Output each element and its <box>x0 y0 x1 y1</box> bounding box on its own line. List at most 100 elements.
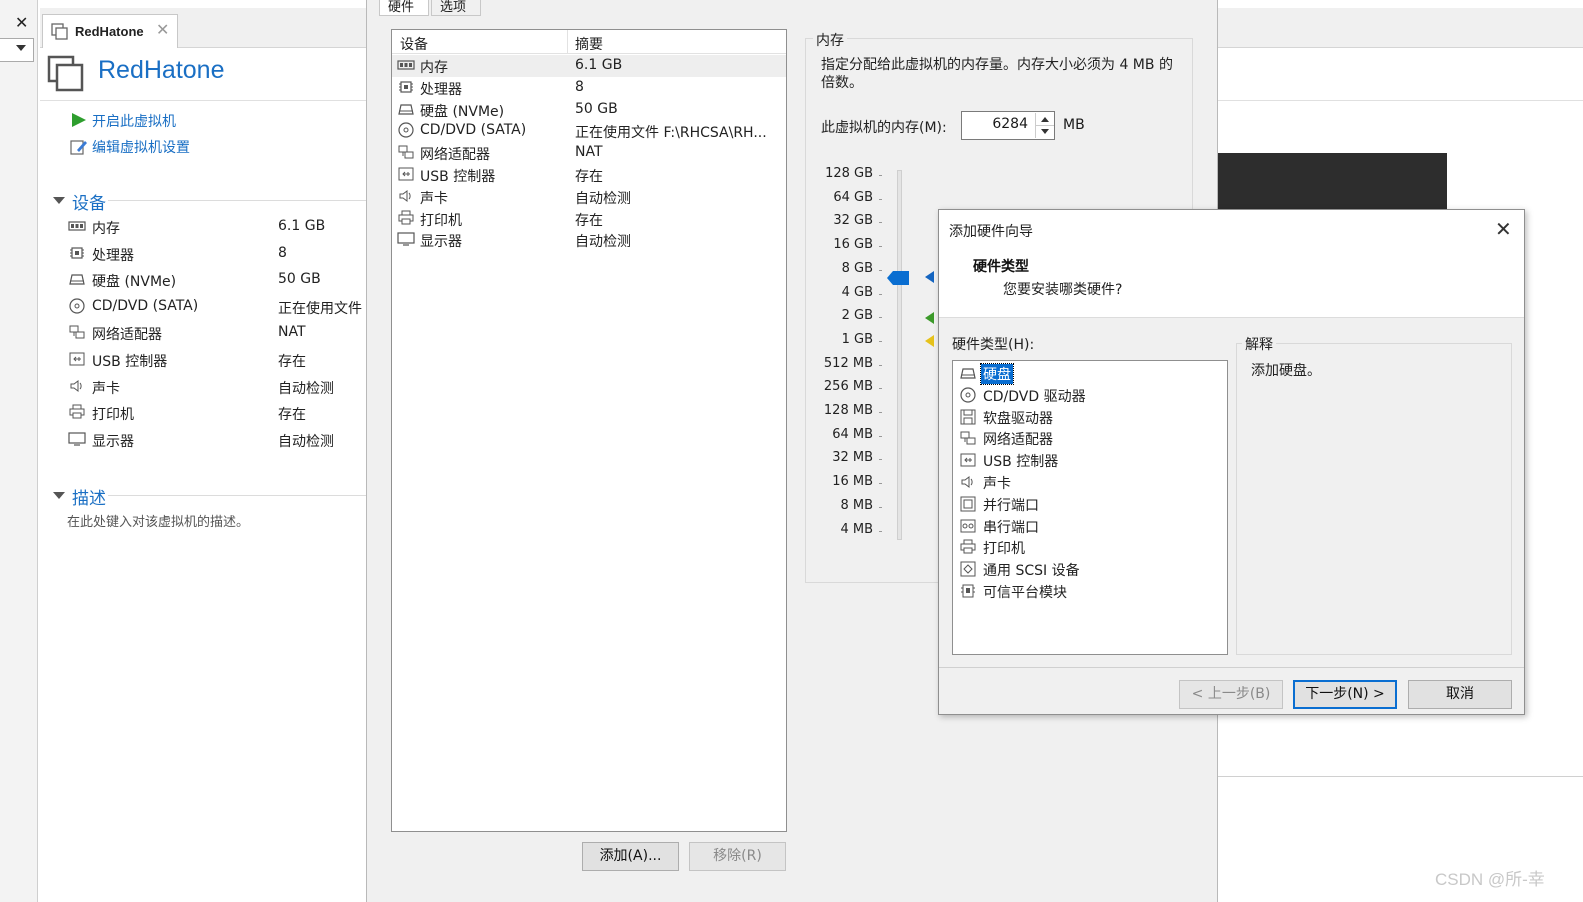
summary-device-row[interactable]: 网络适配器 NAT <box>68 322 368 346</box>
processor-icon <box>399 81 413 93</box>
device-summary: 6.1 GB <box>575 57 623 73</box>
device-row[interactable]: 声卡 自动检测 <box>392 186 786 208</box>
summary-device-row[interactable]: USB 控制器 存在 <box>68 349 368 373</box>
device-value: 自动检测 <box>278 433 334 450</box>
hardware-type-item[interactable]: 串行端口 <box>957 516 1223 538</box>
device-name: CD/DVD (SATA) <box>420 122 527 139</box>
network-adapter-icon <box>960 431 976 445</box>
device-name: 内存 <box>92 221 120 237</box>
device-summary: 自动检测 <box>575 234 631 251</box>
vm-screen-thumbnail[interactable] <box>1216 153 1447 211</box>
column-header-device[interactable]: 设备 <box>400 34 428 54</box>
explanation-group <box>1236 343 1512 655</box>
device-row[interactable]: 处理器 8 <box>392 77 786 99</box>
hardware-type-item[interactable]: 可信平台模块 <box>957 581 1223 603</box>
devices-heading: 设备 <box>72 194 106 214</box>
hardware-type-item[interactable]: 网络适配器 <box>957 428 1223 450</box>
summary-device-row[interactable]: CD/DVD (SATA) 正在使用文件 <box>68 296 368 320</box>
scale-tick <box>879 246 882 248</box>
device-value: 6.1 GB <box>278 218 326 234</box>
scale-label: 4 GB <box>841 284 873 300</box>
hardware-type-item[interactable]: CD/DVD 驱动器 <box>957 385 1223 407</box>
tab-hardware[interactable]: 硬件 <box>379 0 429 16</box>
hardware-type-item[interactable]: 声卡 <box>957 472 1223 494</box>
wizard-subheading: 您要安装哪类硬件? <box>1003 282 1123 298</box>
display-icon <box>68 432 86 446</box>
hardware-type-item[interactable]: USB 控制器 <box>957 450 1223 472</box>
summary-device-row[interactable]: 打印机 存在 <box>68 402 368 426</box>
column-header-summary[interactable]: 摘要 <box>575 34 603 54</box>
device-summary: NAT <box>575 144 603 161</box>
device-name: 声卡 <box>92 380 120 397</box>
memory-icon <box>397 60 415 70</box>
device-row[interactable]: 硬盘 (NVMe) 50 GB <box>392 99 786 121</box>
summary-device-row[interactable]: 显示器 自动检测 <box>68 429 368 453</box>
device-summary: 正在使用文件 F:\RHCSA\RH... <box>575 125 767 142</box>
device-row[interactable]: 网络适配器 NAT <box>392 142 786 164</box>
device-value: 存在 <box>278 354 306 370</box>
device-row[interactable]: USB 控制器 存在 <box>392 164 786 186</box>
explanation-text: 添加硬盘。 <box>1251 363 1321 379</box>
display-icon <box>397 232 415 246</box>
usb-icon <box>960 453 976 467</box>
summary-device-row[interactable]: 声卡 自动检测 <box>68 376 368 400</box>
cancel-button[interactable]: 取消 <box>1408 680 1512 709</box>
device-name: CD/DVD (SATA) <box>92 297 199 314</box>
back-button[interactable]: < 上一步(B) <box>1179 680 1283 709</box>
memory-value[interactable]: 6284 <box>992 116 1028 132</box>
scale-label: 32 MB <box>832 450 873 466</box>
library-dropdown[interactable] <box>0 38 34 62</box>
device-value: 8 <box>278 244 287 261</box>
tab-options[interactable]: 选项 <box>431 0 481 16</box>
list-header: 设备 摘要 <box>392 30 786 54</box>
divider <box>40 100 370 101</box>
hardware-type-item[interactable]: 软盘驱动器 <box>957 407 1223 429</box>
tpm-icon <box>961 584 975 598</box>
add-hardware-button[interactable]: 添加(A)... <box>582 842 679 871</box>
tab-close-icon[interactable]: ✕ <box>156 20 169 39</box>
cd-dvd-icon <box>69 298 85 314</box>
harddisk-icon <box>960 368 976 379</box>
device-summary: 自动检测 <box>575 190 631 207</box>
collapse-devices-icon[interactable] <box>53 197 65 204</box>
next-button[interactable]: 下一步(N) > <box>1293 680 1397 709</box>
device-row[interactable]: 打印机 存在 <box>392 208 786 230</box>
hardware-type-item[interactable]: 并行端口 <box>957 494 1223 516</box>
collapse-description-icon[interactable] <box>53 492 65 499</box>
memory-slider-track[interactable] <box>897 170 902 540</box>
parallel-port-icon <box>960 496 976 512</box>
device-row[interactable]: CD/DVD (SATA) 正在使用文件 F:\RHCSA\RH... <box>392 120 786 142</box>
device-row[interactable]: 显示器 自动检测 <box>392 229 786 251</box>
hardware-type-item[interactable]: 硬盘 <box>957 363 1223 385</box>
hardware-type-label: 硬盘 <box>980 363 1014 385</box>
hardware-type-item[interactable]: 通用 SCSI 设备 <box>957 559 1223 581</box>
spin-up-down-icon <box>1036 117 1054 134</box>
memory-icon <box>68 221 86 231</box>
edit-settings-link[interactable]: 编辑虚拟机设置 <box>70 136 270 158</box>
remove-hardware-button[interactable]: 移除(R) <box>689 842 786 871</box>
power-on-link[interactable]: 开启此虚拟机 <box>70 110 270 132</box>
close-icon[interactable]: ✕ <box>15 13 28 32</box>
memory-spinbox[interactable]: 6284 <box>961 111 1055 140</box>
tab-vm-redhatone[interactable]: RedHatone ✕ <box>42 14 178 48</box>
memory-slider-thumb[interactable] <box>887 269 911 287</box>
hardware-device-list[interactable]: 设备 摘要 内存 6.1 GB 处理器 8 硬盘 (NVMe) 50 GB CD/DVD (… <box>391 29 787 832</box>
hardware-type-label: 通用 SCSI 设备 <box>983 563 1080 580</box>
scale-tick <box>879 530 882 532</box>
hardware-type-label: 声卡 <box>983 476 1011 492</box>
hardware-type-label: CD/DVD 驱动器 <box>983 388 1086 405</box>
harddisk-icon <box>69 274 85 285</box>
divider <box>108 495 370 496</box>
minimum-memory-marker <box>925 335 934 347</box>
hardware-type-list[interactable]: 硬盘 CD/DVD 驱动器软盘驱动器 网络适配器 USB 控制器声卡并行端口 串行端口打… <box>952 360 1228 655</box>
description-input[interactable]: 在此处键入对该虚拟机的描述。 <box>67 511 249 530</box>
close-icon[interactable]: ✕ <box>1495 217 1512 241</box>
column-separator[interactable] <box>567 30 568 54</box>
summary-device-row[interactable]: 硬盘 (NVMe) 50 GB <box>68 269 368 293</box>
summary-device-row[interactable]: 处理器 8 <box>68 243 368 267</box>
spin-arrows[interactable] <box>1035 113 1054 138</box>
device-row[interactable]: 内存 6.1 GB <box>392 55 786 77</box>
summary-device-row[interactable]: 内存 6.1 GB <box>68 216 368 240</box>
memory-group-label: 内存 <box>813 30 847 50</box>
hardware-type-item[interactable]: 打印机 <box>957 537 1223 559</box>
